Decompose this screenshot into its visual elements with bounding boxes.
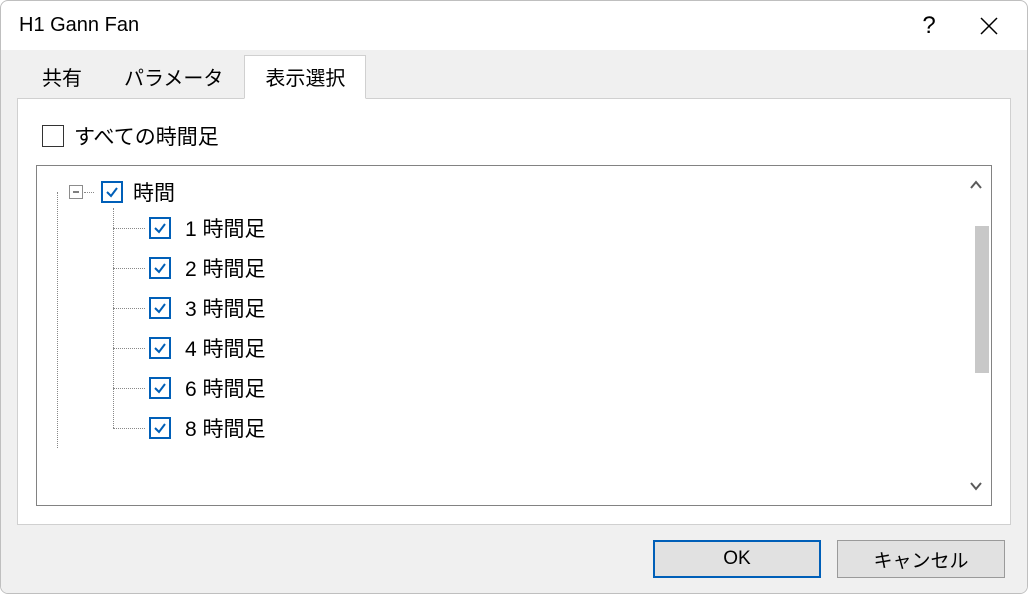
tab-panel-display: すべての時間足 時間 (17, 98, 1011, 525)
tree-item[interactable]: 8 時間足 (113, 408, 957, 448)
tree-item[interactable]: 6 時間足 (113, 368, 957, 408)
tree-item[interactable]: 2 時間足 (113, 248, 957, 288)
tree-root-item: 時間 1 時間足 (41, 176, 957, 448)
tree-item-checkbox[interactable] (149, 377, 171, 399)
tab-params[interactable]: パラメータ (103, 55, 244, 99)
tree-item-checkbox[interactable] (149, 257, 171, 279)
tree-item-label: 8 時間足 (185, 413, 266, 443)
tree-item-label: 2 時間足 (185, 253, 266, 283)
all-timeframes-label: すべての時間足 (74, 121, 219, 151)
tabstrip: 共有 パラメータ 表示選択 (1, 50, 1027, 98)
tree-item-label: 1 時間足 (185, 213, 266, 243)
tree-item-label: 6 時間足 (185, 373, 266, 403)
help-icon: ? (922, 12, 935, 40)
collapse-icon[interactable] (69, 185, 83, 199)
tree-root-checkbox[interactable] (101, 181, 123, 203)
timeframe-tree-container: 時間 1 時間足 (36, 165, 992, 506)
tree-scrollbar[interactable] (961, 166, 991, 505)
ok-button[interactable]: OK (653, 540, 821, 578)
titlebar: H1 Gann Fan ? (1, 1, 1027, 50)
tree-item-checkbox[interactable] (149, 337, 171, 359)
scroll-up-icon[interactable] (961, 170, 991, 200)
tree-item-checkbox[interactable] (149, 297, 171, 319)
tree-item[interactable]: 3 時間足 (113, 288, 957, 328)
scroll-down-icon[interactable] (961, 471, 991, 501)
window-title: H1 Gann Fan (19, 14, 899, 37)
tree-item-label: 4 時間足 (185, 333, 266, 363)
tree-item[interactable]: 4 時間足 (113, 328, 957, 368)
tree-item[interactable]: 1 時間足 (113, 208, 957, 248)
all-timeframes-checkbox[interactable] (42, 125, 64, 147)
scroll-thumb[interactable] (975, 226, 989, 373)
close-icon (979, 16, 999, 36)
tree-item-checkbox[interactable] (149, 417, 171, 439)
timeframe-tree[interactable]: 時間 1 時間足 (37, 166, 961, 505)
dialog-window: H1 Gann Fan ? 共有 パラメータ 表示選択 すべての時間足 (0, 0, 1028, 594)
tree-item-label: 3 時間足 (185, 293, 266, 323)
tree-item-checkbox[interactable] (149, 217, 171, 239)
cancel-button[interactable]: キャンセル (837, 540, 1005, 578)
tree-root-label: 時間 (133, 177, 175, 207)
dialog-buttons: OK キャンセル (1, 525, 1027, 593)
client-area: 共有 パラメータ 表示選択 すべての時間足 (1, 50, 1027, 593)
tab-display[interactable]: 表示選択 (244, 55, 366, 99)
help-button[interactable]: ? (899, 2, 959, 50)
tab-share[interactable]: 共有 (21, 55, 103, 99)
tree-root-row[interactable]: 時間 (71, 176, 957, 208)
all-timeframes-row: すべての時間足 (42, 121, 992, 151)
close-button[interactable] (959, 2, 1019, 50)
